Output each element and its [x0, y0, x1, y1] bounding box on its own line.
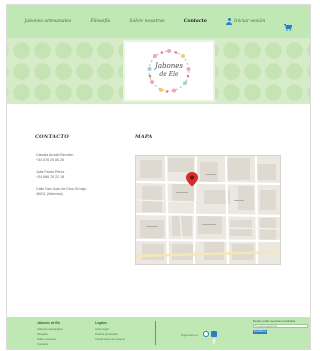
- page: Jabones artesanales Filosofía Sobre noso…: [6, 4, 311, 350]
- footer-link[interactable]: Contacto: [37, 342, 48, 346]
- contact-person-1: Claudia Arnold Bevolen +34 676 20 65 26: [36, 153, 73, 163]
- nav-link-jabones[interactable]: Jabones artesanales: [25, 19, 72, 24]
- footer-link[interactable]: Aviso legal: [95, 327, 108, 331]
- logo-text-line1: Jabones: [155, 62, 183, 70]
- contact-phone[interactable]: +34 686 76 22 18: [36, 175, 64, 180]
- cart-icon[interactable]: [284, 18, 293, 31]
- contact-address: Calle San Juan de Dios 26 bajo 46011 (Va…: [36, 187, 86, 197]
- footer-link[interactable]: Filosofía: [37, 332, 48, 336]
- address-line: 46011 (Valencia): [36, 192, 63, 196]
- subscribe-button[interactable]: Suscribirme: [253, 330, 267, 334]
- footer-col2-title: Legales: [95, 321, 107, 325]
- footer-link[interactable]: Jabones artesanales: [37, 327, 63, 331]
- top-navigation: Jabones artesanales Filosofía Sobre noso…: [7, 5, 310, 38]
- footer-link[interactable]: Sobre nosotras: [37, 337, 56, 341]
- header-banner: Jabones de Ele: [7, 38, 310, 104]
- newsletter-email-input[interactable]: [253, 324, 308, 328]
- logo[interactable]: Jabones de Ele: [125, 42, 213, 100]
- footer: Jabones de Ele Jabones artesanales Filos…: [7, 317, 310, 349]
- footer-divider: [155, 321, 156, 345]
- facebook-icon[interactable]: [211, 331, 217, 344]
- map-title: MAPA: [135, 134, 153, 140]
- login-link[interactable]: Iniciar sesión: [226, 18, 265, 25]
- contact-phone[interactable]: +34 676 20 65 26: [36, 158, 73, 163]
- login-label[interactable]: Iniciar sesión: [234, 19, 265, 24]
- footer-link[interactable]: Condiciones de compra: [95, 337, 124, 341]
- location-map[interactable]: [135, 155, 281, 265]
- contact-person-2: Julia Pardo Pérez +34 686 76 22 18: [36, 170, 64, 180]
- contact-title: CONTACTO: [35, 134, 69, 140]
- footer-link[interactable]: Política privacidad: [95, 332, 118, 336]
- nav-link-filosofia[interactable]: Filosofía: [90, 19, 110, 24]
- instagram-icon[interactable]: [203, 331, 209, 337]
- follow-label: Síguenos en:: [181, 333, 199, 337]
- footer-col1-title: Jabones de Ele: [37, 321, 61, 325]
- user-icon: [226, 18, 232, 25]
- nav-link-sobre-nosotras[interactable]: Sobre nosotras: [129, 19, 164, 24]
- logo-text-line2: de Ele: [159, 71, 179, 78]
- nav-link-contacto[interactable]: Contacto: [184, 19, 207, 24]
- newsletter-title: Recibe todas nuestras novedades: [253, 319, 296, 323]
